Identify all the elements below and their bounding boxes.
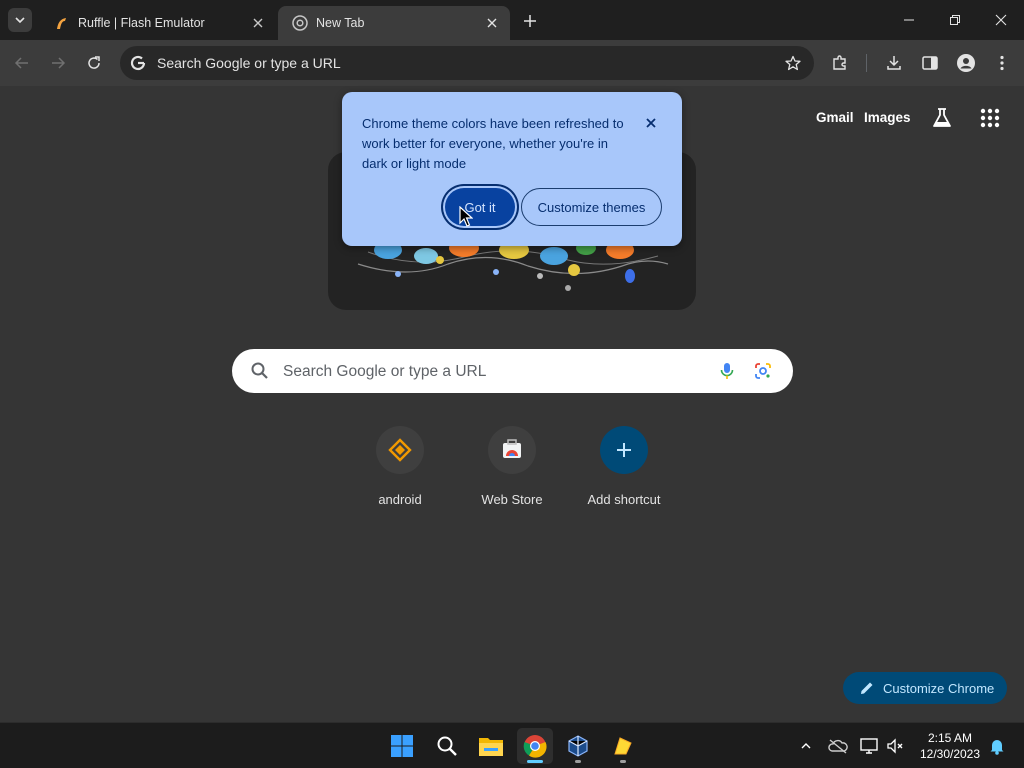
google-g-icon: [129, 54, 147, 72]
android-site-icon: [376, 426, 424, 474]
more-vert-icon: [1000, 55, 1004, 71]
notification-bell-icon[interactable]: [986, 735, 1008, 757]
chevron-down-icon: [15, 17, 25, 24]
search-icon[interactable]: [429, 728, 465, 764]
side-panel-button[interactable]: [918, 51, 942, 75]
running-indicator: [575, 760, 581, 763]
shortcut-label: android: [378, 492, 422, 507]
chrome-favicon-icon: [292, 15, 308, 31]
sticky-app-icon[interactable]: [605, 728, 641, 764]
onedrive-icon[interactable]: [827, 735, 849, 757]
search-icon: [251, 362, 268, 379]
screen: Ruffle | Flash Emulator New Tab Search G…: [0, 0, 1024, 768]
close-icon: [646, 118, 656, 128]
got-it-button[interactable]: Got it: [445, 188, 515, 226]
taskbar: 2:15 AM 12/30/2023: [0, 722, 1024, 768]
active-indicator: [527, 760, 543, 763]
tab-strip: Ruffle | Flash Emulator New Tab: [0, 0, 1024, 40]
forward-button[interactable]: [46, 51, 70, 75]
web-store-icon: [488, 426, 536, 474]
toolbar-separator: [866, 54, 867, 72]
file-explorer-icon[interactable]: [473, 728, 509, 764]
restore-button[interactable]: [932, 0, 978, 40]
ntp-search-box[interactable]: Search Google or type a URL: [232, 349, 793, 393]
network-icon[interactable]: [858, 735, 880, 757]
reload-icon: [88, 56, 100, 69]
close-icon[interactable]: [482, 13, 502, 33]
theme-refresh-promo: Chrome theme colors have been refreshed …: [342, 92, 682, 246]
shortcut-web-store[interactable]: Web Store: [456, 426, 568, 507]
windows-start-icon[interactable]: [384, 728, 420, 764]
profile-button[interactable]: [954, 51, 978, 75]
side-panel-icon: [922, 56, 938, 70]
tab-title: Ruffle | Flash Emulator: [78, 16, 205, 30]
reload-button[interactable]: [82, 51, 106, 75]
close-icon[interactable]: [248, 13, 268, 33]
gmail-link[interactable]: Gmail: [816, 110, 854, 125]
google-lens-icon[interactable]: [753, 361, 773, 381]
tab-ruffle[interactable]: Ruffle | Flash Emulator: [40, 6, 276, 40]
omnibox-text: Search Google or type a URL: [157, 55, 341, 71]
back-arrow-icon: [14, 57, 28, 69]
back-button[interactable]: [10, 51, 34, 75]
minimize-icon: [904, 19, 914, 21]
download-icon: [887, 56, 901, 70]
omnibox[interactable]: Search Google or type a URL: [120, 46, 814, 80]
shortcut-add[interactable]: Add shortcut: [568, 426, 680, 507]
ruffle-favicon-icon: [54, 15, 70, 31]
shortcut-label: Web Store: [481, 492, 543, 507]
close-window-button[interactable]: [978, 0, 1024, 40]
tab-title: New Tab: [316, 16, 365, 30]
menu-button[interactable]: [990, 51, 1014, 75]
customize-chrome-button[interactable]: Customize Chrome: [843, 672, 1007, 704]
labs-flask-icon[interactable]: [930, 106, 954, 130]
customize-themes-button[interactable]: Customize themes: [521, 188, 662, 226]
bookmark-star-icon[interactable]: [784, 54, 802, 72]
tab-search-button[interactable]: [8, 8, 32, 32]
customize-chrome-label: Customize Chrome: [883, 680, 995, 696]
chrome-icon[interactable]: [517, 728, 553, 764]
taskbar-clock[interactable]: 2:15 AM 12/30/2023: [914, 730, 986, 762]
new-tab-button[interactable]: [518, 9, 542, 33]
volume-muted-icon[interactable]: [885, 735, 907, 757]
close-icon: [995, 14, 1007, 26]
mouse-cursor-icon: [459, 206, 473, 227]
shortcut-android[interactable]: android: [344, 426, 456, 507]
running-indicator: [620, 760, 626, 763]
avatar-icon: [957, 54, 975, 72]
restore-icon: [950, 15, 960, 25]
promo-text: Chrome theme colors have been refreshed …: [362, 116, 624, 171]
extensions-button[interactable]: [828, 51, 852, 75]
promo-close-button[interactable]: [642, 114, 660, 132]
toolbar: Search Google or type a URL: [0, 40, 1024, 86]
downloads-button[interactable]: [882, 51, 906, 75]
plus-icon: [600, 426, 648, 474]
clock-time: 2:15 AM: [927, 731, 973, 745]
apps-grid-icon[interactable]: [978, 106, 1002, 130]
tab-new-tab[interactable]: New Tab: [278, 6, 510, 40]
virtualbox-icon[interactable]: [560, 728, 596, 764]
puzzle-icon: [833, 55, 846, 70]
pencil-icon: [861, 682, 873, 694]
microphone-icon[interactable]: [717, 361, 737, 381]
shortcut-label: Add shortcut: [587, 492, 661, 507]
forward-arrow-icon: [52, 57, 66, 69]
minimize-button[interactable]: [886, 0, 932, 40]
search-placeholder: Search Google or type a URL: [283, 363, 487, 380]
clock-date: 12/30/2023: [919, 747, 981, 761]
images-link[interactable]: Images: [864, 110, 911, 125]
plus-icon: [524, 15, 536, 27]
chevron-up-icon[interactable]: [795, 735, 817, 757]
